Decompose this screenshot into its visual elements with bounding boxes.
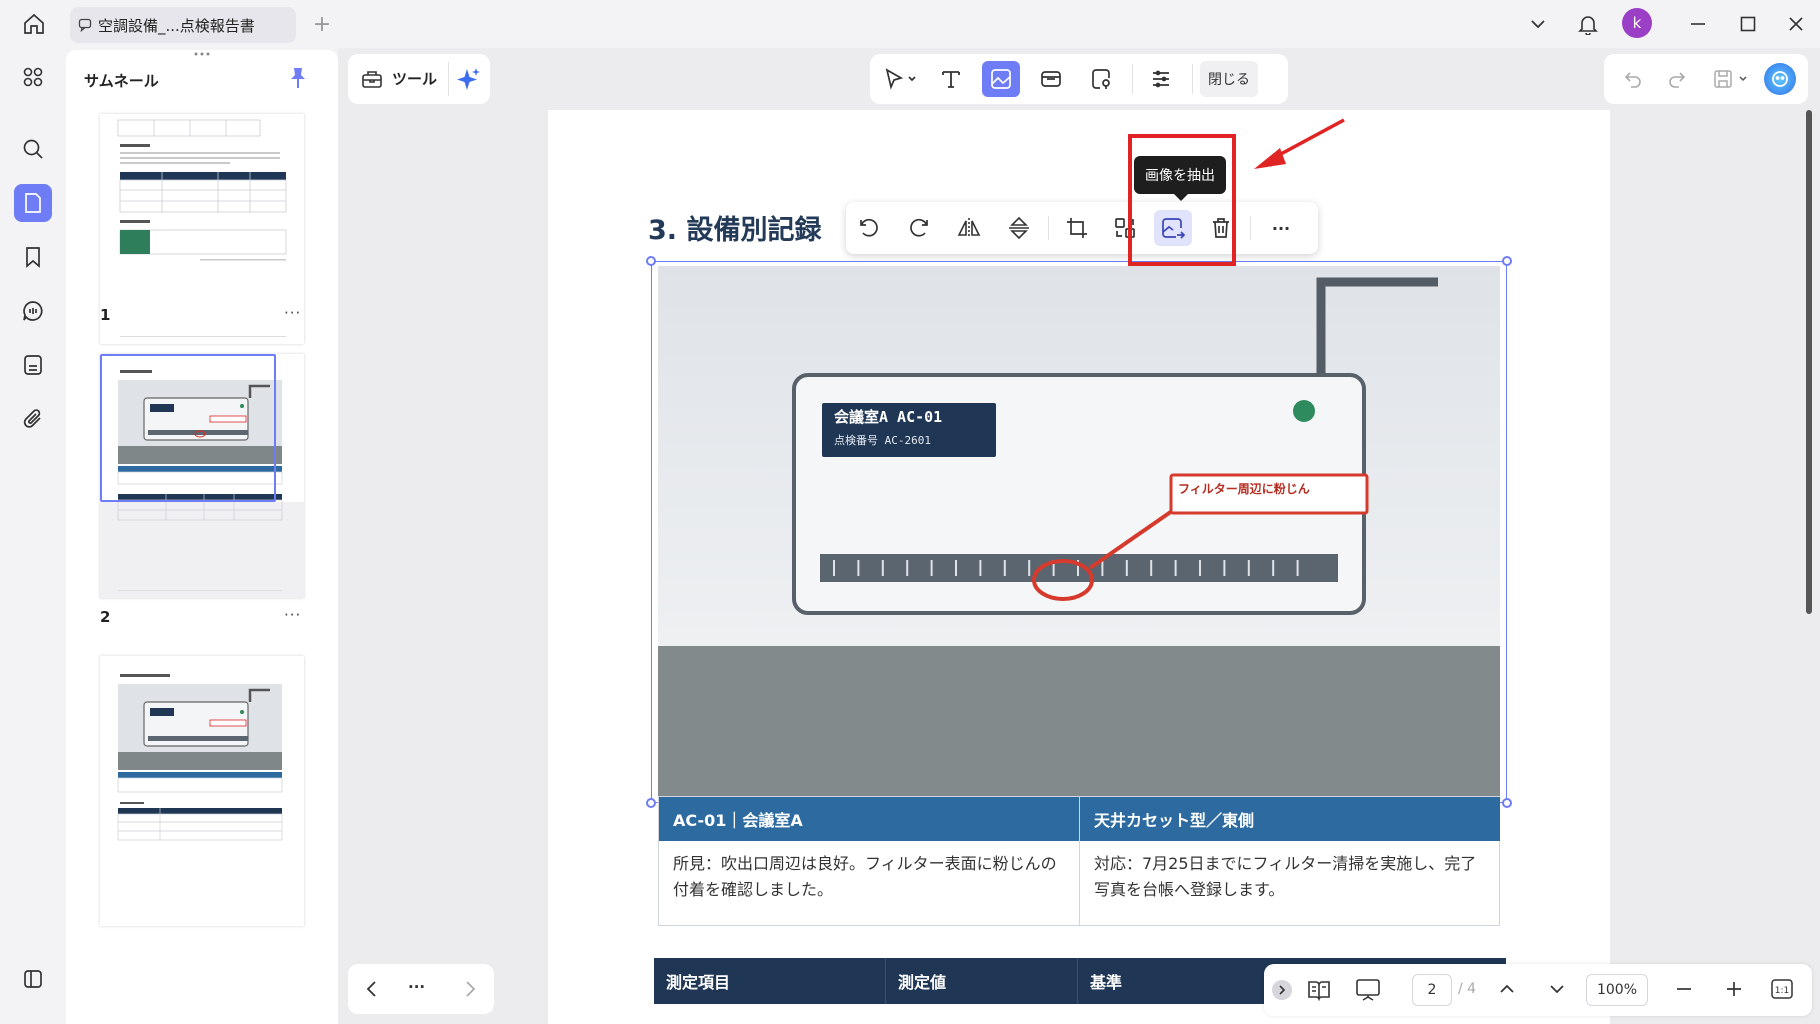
- tab-title: 空調設備_...点検報告書: [98, 16, 255, 35]
- caption-table: AC-01｜会議室A 天井カセット型／東側 所見：吹出口周辺は良好。フィルター表…: [658, 796, 1500, 926]
- prev-arrow-icon[interactable]: [362, 979, 382, 999]
- highlight-box: [1128, 134, 1236, 266]
- image-edit-toolbar: ···: [846, 202, 1318, 254]
- image-tool-button[interactable]: [982, 61, 1020, 97]
- close-edit-button[interactable]: 閉じる: [1200, 61, 1258, 97]
- edit-toolbar: 閉じる: [870, 54, 1288, 104]
- flip-vertical-icon[interactable]: [1000, 210, 1038, 246]
- document-tab[interactable]: 空調設備_...点検報告書: [70, 7, 296, 43]
- actual-size-icon[interactable]: 1:1: [1770, 978, 1794, 1000]
- reading-mode-icon[interactable]: [1306, 978, 1332, 1002]
- section-heading: 3. 設備別記録: [648, 215, 822, 246]
- link-tool-button[interactable]: [1032, 61, 1070, 97]
- more-options-button[interactable]: ···: [1262, 210, 1300, 246]
- collapse-icon[interactable]: [1272, 980, 1292, 1000]
- divider: [448, 62, 449, 96]
- vertical-scrollbar[interactable]: [1806, 110, 1812, 614]
- resize-handle[interactable]: [1502, 798, 1512, 808]
- tools-panel: ツール: [348, 54, 490, 104]
- undo-icon[interactable]: [1614, 61, 1652, 97]
- rotate-left-icon[interactable]: [850, 210, 888, 246]
- attachment-icon[interactable]: [14, 400, 52, 438]
- thumbnail-more-button[interactable]: ···: [284, 304, 301, 322]
- zoom-in-icon[interactable]: [1724, 979, 1744, 999]
- new-tab-button[interactable]: +: [304, 6, 340, 42]
- search-icon[interactable]: [14, 130, 52, 168]
- divider: [1250, 216, 1251, 240]
- page-thumbnail-2[interactable]: [100, 354, 304, 598]
- thumbnail-page-number: 1: [100, 306, 111, 324]
- callout-label: フィルター周辺に粉じん: [1178, 482, 1310, 496]
- left-rail: [0, 48, 66, 1024]
- page-number-input[interactable]: 2: [1412, 974, 1452, 1006]
- divider: [1048, 216, 1049, 240]
- caption-right-body: 対応：7月25日までにフィルター清掃を実施し、完了写真を台帳へ登録します。: [1094, 854, 1477, 899]
- divider: [1192, 64, 1193, 94]
- maximize-icon[interactable]: [1730, 6, 1766, 42]
- presentation-icon[interactable]: [1354, 977, 1382, 1003]
- save-icon[interactable]: [1708, 61, 1756, 97]
- crop-icon[interactable]: [1058, 210, 1096, 246]
- unit-label-title: 会議室A AC-01: [834, 408, 943, 426]
- equipment-image[interactable]: 会議室A AC-01 点検番号 AC-2601 フィルター周辺に粉じん: [658, 266, 1500, 798]
- caption-right-header: 天井カセット型／東側: [1080, 797, 1500, 841]
- thumbnails-icon[interactable]: [14, 184, 52, 222]
- sidebar-toggle-icon[interactable]: [14, 960, 52, 998]
- tools-button[interactable]: ツール: [392, 68, 437, 89]
- page-down-icon[interactable]: [1546, 978, 1568, 1000]
- page-total: / 4: [1458, 981, 1477, 997]
- redo-icon[interactable]: [1658, 61, 1696, 97]
- resize-handle[interactable]: [646, 256, 656, 266]
- title-bar: 空調設備_...点検報告書 + k: [0, 0, 1820, 48]
- annotation-arrow: [1250, 116, 1350, 176]
- more-button[interactable]: ···: [408, 978, 425, 996]
- thumbnail-more-button[interactable]: ···: [284, 606, 301, 624]
- select-tool-button[interactable]: [876, 61, 926, 97]
- next-arrow-icon[interactable]: [460, 979, 480, 999]
- form-icon[interactable]: [14, 346, 52, 384]
- resize-handle[interactable]: [646, 798, 656, 808]
- bookmark-icon[interactable]: [14, 238, 52, 276]
- caption-left-header: AC-01｜会議室A: [659, 797, 1079, 841]
- thumbnail-selection-outline: [100, 354, 276, 502]
- thumbnail-panel: サムネール 1 ··· 2 ···: [66, 50, 338, 1024]
- home-icon[interactable]: [16, 6, 52, 42]
- stamp-tool-button[interactable]: [1082, 61, 1120, 97]
- ai-sparkle-icon[interactable]: [454, 66, 482, 92]
- toolbox-icon: [360, 67, 384, 91]
- pin-icon[interactable]: [288, 66, 308, 90]
- view-controls-bar: 2 / 4 100% 1:1: [1264, 964, 1812, 1016]
- history-toolbar: [1604, 54, 1808, 104]
- ai-assistant-icon[interactable]: [1764, 63, 1796, 95]
- page-up-icon[interactable]: [1496, 978, 1518, 1000]
- flip-horizontal-icon[interactable]: [950, 210, 988, 246]
- unit-label-subtitle: 点検番号 AC-2601: [834, 434, 931, 447]
- page-thumbnail-3[interactable]: [100, 656, 304, 926]
- measure-header-value: 測定値: [886, 958, 1078, 1004]
- divider: [1132, 64, 1133, 94]
- rotate-right-icon[interactable]: [900, 210, 938, 246]
- properties-icon[interactable]: [1142, 61, 1180, 97]
- page-thumbnail-1[interactable]: [100, 114, 304, 344]
- text-tool-button[interactable]: [932, 61, 970, 97]
- thumbnail-panel-title: サムネール: [84, 72, 159, 90]
- bell-icon[interactable]: [1570, 6, 1606, 42]
- measure-header-item: 測定項目: [654, 958, 886, 1004]
- resize-handle[interactable]: [1502, 256, 1512, 266]
- svg-text:1:1: 1:1: [1775, 986, 1789, 996]
- avatar[interactable]: k: [1622, 8, 1652, 38]
- thumbnail-page-nav: ···: [348, 964, 494, 1014]
- panel-drag-handle[interactable]: [192, 52, 212, 56]
- zoom-out-icon[interactable]: [1674, 979, 1694, 999]
- comment-icon[interactable]: [14, 292, 52, 330]
- thumbnail-page-number: 2: [100, 608, 111, 626]
- minimize-icon[interactable]: [1680, 6, 1716, 42]
- comment-icon: [78, 18, 92, 32]
- apps-icon[interactable]: [14, 58, 52, 96]
- zoom-level[interactable]: 100%: [1586, 974, 1648, 1006]
- caption-left-body: 所見：吹出口周辺は良好。フィルター表面に粉じんの付着を確認しました。: [673, 854, 1057, 899]
- chevron-down-icon[interactable]: [1520, 6, 1556, 42]
- close-icon[interactable]: [1778, 6, 1814, 42]
